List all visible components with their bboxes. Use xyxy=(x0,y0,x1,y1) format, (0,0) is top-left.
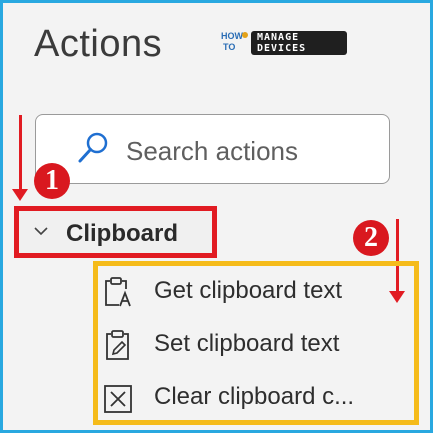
search-icon xyxy=(78,132,108,163)
action-clear-clipboard[interactable]: Clear clipboard c... xyxy=(101,377,391,417)
actions-pane: Actions HOW TO MANAGE DEVICES Search act… xyxy=(0,0,433,433)
chevron-down-icon xyxy=(34,227,48,236)
group-label: Clipboard xyxy=(66,220,178,247)
clear-clipboard-icon xyxy=(104,385,132,413)
action-set-clipboard-text[interactable]: Set clipboard text xyxy=(101,324,391,364)
pane-title: Actions xyxy=(34,23,163,65)
clipboard-get-text-icon xyxy=(105,277,131,307)
logo-dot xyxy=(242,32,248,38)
logo-how: HOW xyxy=(221,31,243,41)
logo-devices: DEVICES xyxy=(257,43,307,54)
action-label: Get clipboard text xyxy=(154,277,343,304)
action-label: Set clipboard text xyxy=(154,330,340,357)
step-badge-2: 2 xyxy=(353,220,389,256)
search-actions-input[interactable]: Search actions xyxy=(35,114,390,184)
annotation-arrowhead-1 xyxy=(12,189,28,201)
logo-manage: MANAGE xyxy=(257,32,300,43)
annotation-arrow-1 xyxy=(19,115,22,191)
search-placeholder: Search actions xyxy=(126,136,298,166)
action-get-clipboard-text[interactable]: Get clipboard text xyxy=(101,271,391,311)
logo-to: TO xyxy=(223,42,236,52)
clipboard-group-header[interactable]: Clipboard xyxy=(14,206,217,258)
clipboard-set-text-icon xyxy=(106,330,129,360)
step-badge-1: 1 xyxy=(34,163,70,199)
action-label: Clear clipboard c... xyxy=(154,383,355,410)
